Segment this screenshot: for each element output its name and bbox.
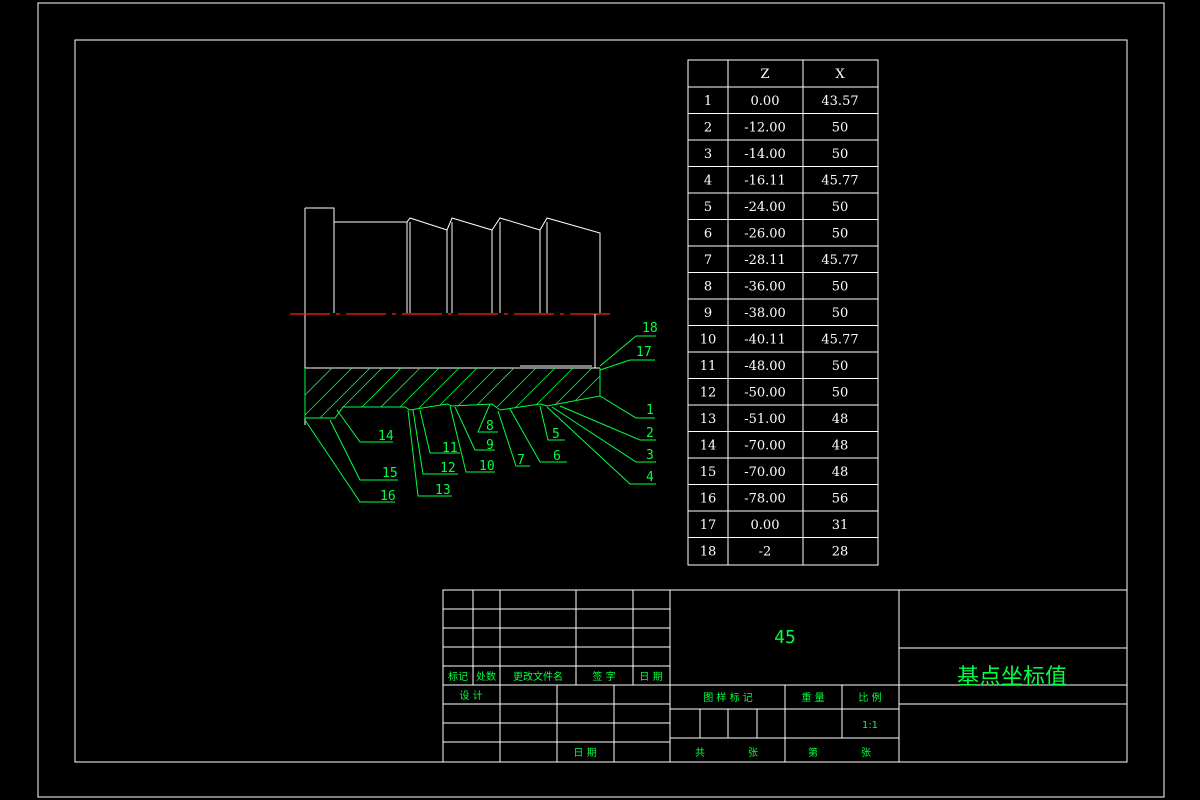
table-cell-z: -38.00 <box>744 306 786 321</box>
callout-5: 5 <box>552 427 560 442</box>
table-cell-index: 4 <box>704 174 712 189</box>
drawing-title: 基点坐标值 <box>957 665 1067 690</box>
callout-15: 15 <box>382 466 398 481</box>
table-cell-index: 2 <box>704 121 712 136</box>
table-cell-z: -28.11 <box>744 253 786 268</box>
callout-10: 10 <box>479 459 495 474</box>
table-cell-z: -51.00 <box>744 412 786 427</box>
label-change-doc: 更改文件名 <box>513 670 563 683</box>
table-cell-x: 45.77 <box>821 174 858 189</box>
label-weight: 重 量 <box>801 691 824 704</box>
inner-border <box>74 39 1128 763</box>
callout-1: 1 <box>646 403 654 418</box>
label-sheet: 张 <box>861 747 871 759</box>
callout-2: 2 <box>646 426 654 441</box>
bore-lines <box>305 314 600 369</box>
callout-16: 16 <box>380 489 396 504</box>
table-cell-index: 3 <box>704 147 712 162</box>
callout-17: 17 <box>636 345 652 360</box>
callout-12: 12 <box>440 461 456 476</box>
table-cell-index: 13 <box>700 412 717 427</box>
table-cell-x: 50 <box>832 306 849 321</box>
table-cell-z: -70.00 <box>744 465 786 480</box>
table-cell-x: 50 <box>832 359 849 374</box>
header-x: X <box>835 67 845 82</box>
table-cell-index: 14 <box>700 439 717 454</box>
table-cell-index: 10 <box>700 333 717 348</box>
callout-14: 14 <box>378 429 394 444</box>
table-cell-index: 8 <box>704 280 712 295</box>
table-cell-index: 17 <box>700 518 717 533</box>
table-cell-z: -48.00 <box>744 359 786 374</box>
table-cell-x: 48 <box>832 412 849 427</box>
table-cell-x: 50 <box>832 227 849 242</box>
leader-lines <box>304 335 656 503</box>
label-scale: 比 例 <box>858 691 881 704</box>
callout-18: 18 <box>642 321 658 336</box>
callout-7: 7 <box>517 453 525 468</box>
table-cell-index: 11 <box>700 359 717 374</box>
label-signature: 签 字 <box>592 670 615 683</box>
table-cell-z: -36.00 <box>744 280 786 295</box>
table-cell-x: 31 <box>832 518 849 533</box>
table-cell-z: -26.00 <box>744 227 786 242</box>
label-stage-mark: 图 样 标 记 <box>703 691 753 704</box>
table-cell-x: 50 <box>832 280 849 295</box>
header-z: Z <box>760 67 769 82</box>
section-hatch <box>304 367 601 419</box>
callout-8: 8 <box>486 419 494 434</box>
table-cell-x: 50 <box>832 121 849 136</box>
drawing-canvas: 18 17 1 2 3 4 5 6 7 8 9 10 11 12 13 14 1… <box>37 2 1165 798</box>
callout-4: 4 <box>646 470 654 485</box>
label-design: 设 计 <box>459 689 482 702</box>
table-cell-x: 50 <box>832 147 849 162</box>
table-cell-z: 0.00 <box>751 94 780 109</box>
label-page: 第 <box>808 746 818 759</box>
coordinate-table: Z X 1 0.00 43.57 2 -12.00 50 3 -14.00 50 4 -16.11 4… <box>687 59 879 566</box>
table-cell-z: -70.00 <box>744 439 786 454</box>
callout-13: 13 <box>435 483 451 498</box>
callout-9: 9 <box>486 438 494 453</box>
title-block: 45 基点坐标值 标记 处数 更改文件名 签 字 日 期 设 计 日 期 图 样… <box>442 589 1128 763</box>
table-cell-z: -14.00 <box>744 147 786 162</box>
table-cell-z: -2 <box>759 545 772 560</box>
table-cell-x: 45.77 <box>821 333 858 348</box>
label-mark: 标记 <box>448 671 468 683</box>
material-text: 45 <box>774 627 796 648</box>
table-cell-index: 6 <box>704 227 712 242</box>
table-cell-x: 50 <box>832 386 849 401</box>
label-date: 日 期 <box>639 671 662 683</box>
table-cell-index: 5 <box>704 200 712 215</box>
table-cell-z: -50.00 <box>744 386 786 401</box>
callout-6: 6 <box>553 449 561 464</box>
table-cell-index: 18 <box>700 545 717 560</box>
table-cell-index: 15 <box>700 465 717 480</box>
table-cell-index: 7 <box>704 253 712 268</box>
label-total: 共 <box>695 747 705 759</box>
table-cell-x: 43.57 <box>821 94 858 109</box>
label-sheets: 张 <box>748 747 758 759</box>
table-cell-x: 48 <box>832 439 849 454</box>
table-cell-x: 56 <box>832 492 849 507</box>
table-cell-index: 9 <box>704 306 712 321</box>
table-cell-x: 45.77 <box>821 253 858 268</box>
table-cell-z: -16.11 <box>744 174 786 189</box>
label-count: 处数 <box>476 670 496 683</box>
table-cell-z: -40.11 <box>744 333 786 348</box>
table-cell-z: -12.00 <box>744 121 786 136</box>
table-cell-x: 50 <box>832 200 849 215</box>
table-cell-z: -24.00 <box>744 200 786 215</box>
part-drawing: 18 17 1 2 3 4 5 6 7 8 9 10 11 12 13 14 1… <box>290 207 658 504</box>
callout-11: 11 <box>442 441 458 456</box>
label-date-2: 日 期 <box>573 747 596 759</box>
table-cell-index: 12 <box>700 386 717 401</box>
table-cell-z: -78.00 <box>744 492 786 507</box>
table-cell-x: 28 <box>832 545 849 560</box>
callout-3: 3 <box>646 448 654 463</box>
table-cell-z: 0.00 <box>751 518 780 533</box>
table-cell-x: 48 <box>832 465 849 480</box>
table-cell-index: 16 <box>700 492 717 507</box>
scale-value: 1:1 <box>862 720 878 731</box>
table-cell-index: 1 <box>704 94 712 109</box>
